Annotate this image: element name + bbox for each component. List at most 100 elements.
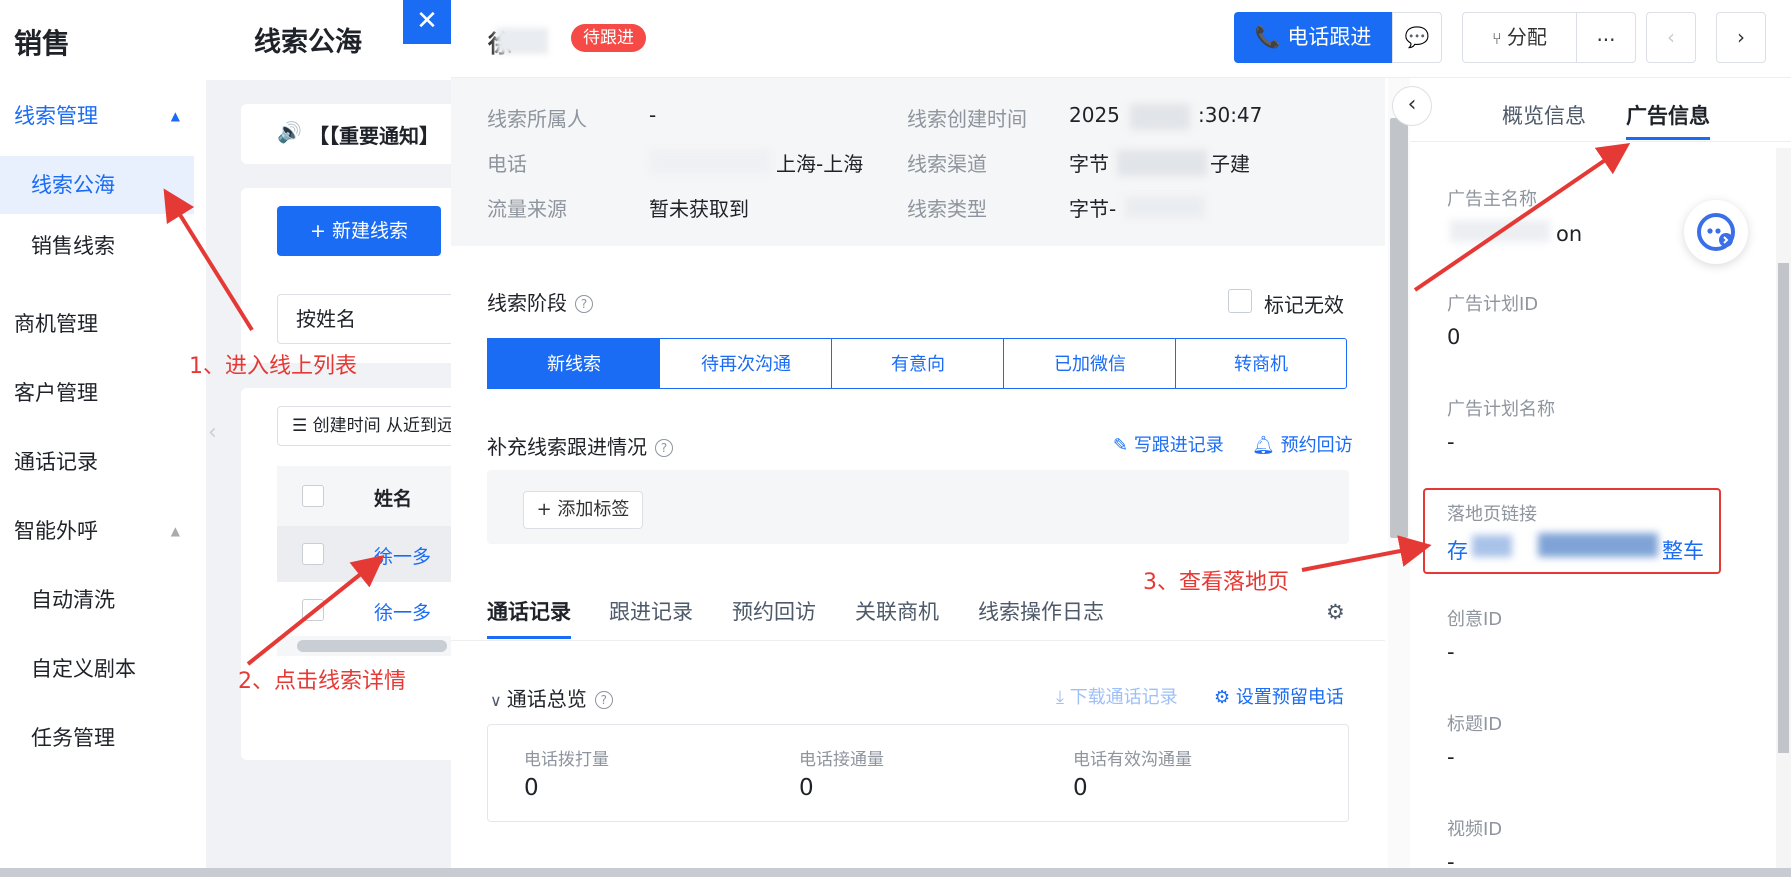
bell-icon: 🔔︎ [1252,435,1281,456]
select-all-checkbox[interactable] [302,485,324,507]
owner-value: - [649,103,657,127]
horizontal-scrollbar[interactable] [277,636,467,656]
tab-operation-log[interactable]: 线索操作日志 [978,596,1104,626]
mark-invalid-checkbox[interactable] [1228,289,1252,313]
owner-label: 线索所属人 [487,107,587,131]
sidebar-item-sales-leads[interactable]: 销售线索 [0,217,194,275]
channel-value-tail: 子建 [1210,152,1250,176]
scrollbar-thumb[interactable] [1390,118,1408,538]
redacted-mask [650,150,770,174]
chevron-up-icon: ▲ [170,109,180,123]
more-button[interactable]: ... [1576,12,1636,63]
sidebar-item-custom-script[interactable]: 自定义剧本 [0,640,194,698]
search-name-input[interactable]: 按姓名 [277,294,467,344]
chevron-down-icon[interactable]: ∨ [490,691,507,710]
ad-plan-name-label: 广告计划名称 [1447,399,1555,420]
ad-plan-name-value: - [1447,430,1455,454]
creative-id-label: 创意ID [1447,609,1503,630]
drawer-scrollbar[interactable] [1388,78,1410,868]
stat-label: 电话接通量 [799,750,884,770]
lead-name-link[interactable]: 徐一多 [374,542,431,569]
assign-label: 分配 [1506,25,1547,49]
stage-recontact[interactable]: 待再次沟通 [659,338,833,389]
scrollbar-thumb[interactable] [297,640,447,652]
gear-icon[interactable]: ⚙ [1326,600,1345,624]
pencil-icon: ✎ [1113,435,1134,456]
stage-section-title: 线索阶段? [487,287,593,316]
sidebar-item-auto-clean[interactable]: 自动清洗 [0,571,194,629]
panel-tabs [1410,78,1791,142]
phone-followup-button[interactable]: 📞 电话跟进 [1234,12,1392,63]
previous-lead-button[interactable]: ‹ [1646,12,1696,63]
sidebar-item-call-records[interactable]: 通话记录 [0,433,194,491]
set-reserve-phone-link[interactable]: ⚙ 设置预留电话 [1214,683,1344,709]
sidebar-item-opportunities[interactable]: 商机管理 [0,295,194,353]
new-lead-button[interactable]: + 新建线索 [277,206,441,256]
tab-overview[interactable]: 概览信息 [1502,100,1586,130]
table-row[interactable]: 徐一多 [277,526,467,582]
download-icon: ⤓ [1056,687,1070,708]
help-icon[interactable]: ? [655,439,673,457]
sidebar-item-lead-pool[interactable]: 线索公海 [0,156,194,214]
stat-label: 电话有效沟通量 [1073,750,1192,770]
assistant-bot-icon[interactable] [1684,200,1748,264]
notice-text: 【【重要通知】 [309,124,439,148]
table-row[interactable]: 徐一多 [277,582,467,638]
page-title: 线索公海 [254,27,362,58]
sidebar-item-lead-management[interactable]: 线索管理 ▲ [0,87,194,145]
sidebar-item-smart-outbound[interactable]: 智能外呼 ▲ [0,502,194,560]
call-overview-text: 通话总览 [506,687,587,711]
add-tag-button[interactable]: + 添加标签 [523,491,643,529]
download-calls-link[interactable]: ⤓ 下载通话记录 [1056,683,1178,709]
set-reserve-phone-label: 设置预留电话 [1235,687,1344,708]
tab-related-opportunities[interactable]: 关联商机 [855,596,939,626]
creative-id-value: - [1447,640,1455,664]
next-lead-button[interactable]: › [1716,12,1766,63]
tab-followup-records[interactable]: 跟进记录 [609,596,693,626]
row-checkbox[interactable] [302,599,324,621]
stage-new-lead[interactable]: 新线索 [487,338,661,389]
stat-value: 0 [799,775,814,801]
notice-banner: 🔊 【【重要通知】 [241,104,461,164]
row-checkbox[interactable] [302,543,324,565]
channel-value: 字节 [1069,152,1109,176]
lead-type-label: 线索类型 [907,197,987,221]
created-time-tail: :30:47 [1198,103,1263,127]
help-icon[interactable]: ? [575,295,593,313]
tab-call-records[interactable]: 通话记录 [487,596,571,626]
followup-section-title: 补充线索跟进情况? [487,431,673,460]
sidebar-item-label: 线索管理 [14,104,98,128]
lead-name-link[interactable]: 徐一多 [374,598,431,625]
tab-ad-info[interactable]: 广告信息 [1626,100,1710,130]
stage-wechat-added[interactable]: 已加微信 [1003,338,1177,389]
status-badge: 待跟进 [571,24,646,52]
active-tab-indicator [1626,137,1710,140]
close-drawer-button[interactable]: ✕ [403,0,451,44]
redacted-mask [1472,535,1512,557]
scrollbar-thumb[interactable] [1778,263,1789,753]
sidebar-item-task-management[interactable]: 任务管理 [0,709,194,767]
chevron-up-icon: ▲ [170,524,180,538]
followup-title-text: 补充线索跟进情况 [487,435,647,459]
stage-interested[interactable]: 有意向 [831,338,1005,389]
collapse-panel-icon[interactable]: ‹ [1392,86,1432,126]
panel-scrollbar[interactable] [1776,148,1791,868]
write-record-label: 写跟进记录 [1133,435,1224,456]
redacted-mask [496,28,548,54]
tab-appointments[interactable]: 预约回访 [732,596,816,626]
sidebar-item-customers[interactable]: 客户管理 [0,364,194,422]
appointment-link[interactable]: 🔔︎ 预约回访 [1252,431,1353,457]
write-record-link[interactable]: ✎ 写跟进记录 [1113,431,1224,457]
landing-page-link-tail[interactable]: 整车 [1662,535,1704,565]
sidebar-item-label: 智能外呼 [14,519,98,543]
sort-button[interactable]: ☰ 创建时间 从近到远 [277,406,467,446]
help-icon[interactable]: ? [594,691,613,709]
stage-convert-opportunity[interactable]: 转商机 [1175,338,1347,389]
ad-plan-id-value: 0 [1447,325,1461,349]
collapse-sidebar-icon[interactable]: ‹ [208,420,232,460]
assign-button[interactable]: ⑂ 分配 [1462,12,1577,63]
stat-value: 0 [524,775,539,801]
assign-icon: ⑂ [1492,29,1507,48]
landing-page-link[interactable]: 存 [1447,535,1468,565]
message-icon[interactable]: 💬 [1392,12,1442,63]
